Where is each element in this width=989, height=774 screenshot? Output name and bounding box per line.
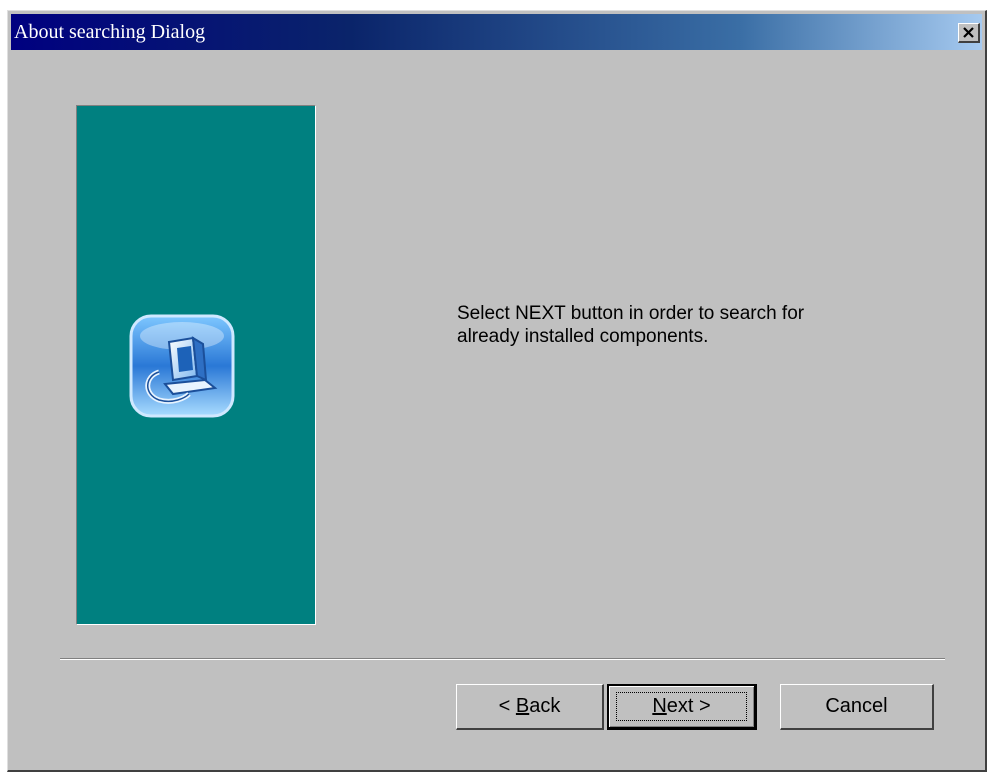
about-searching-dialog: About searching Dialog Select NEXT butto…: [7, 10, 987, 772]
back-prefix: <: [498, 695, 516, 717]
back-button[interactable]: < Back: [456, 684, 604, 730]
next-button-label: Next >: [652, 695, 710, 718]
close-button[interactable]: [958, 23, 980, 43]
cancel-button[interactable]: Cancel: [780, 684, 934, 730]
next-mnemonic: N: [652, 695, 667, 717]
window-title: About searching Dialog: [14, 21, 206, 43]
back-mnemonic: B: [515, 695, 530, 717]
instruction-line-2: already installed components.: [457, 326, 709, 347]
computer-setup-icon: [129, 314, 235, 418]
instruction-text: Select NEXT button in order to search fo…: [457, 302, 917, 348]
back-rest: ack: [529, 695, 561, 717]
next-rest: ext >: [666, 695, 711, 717]
back-button-label: < Back: [499, 695, 561, 718]
instruction-line-1: Select NEXT button in order to search fo…: [457, 303, 805, 324]
next-button[interactable]: Next >: [607, 684, 757, 730]
title-bar[interactable]: About searching Dialog: [11, 14, 982, 50]
wizard-side-panel: [76, 105, 316, 625]
separator-line: [60, 658, 945, 660]
cancel-button-label: Cancel: [825, 695, 888, 717]
close-icon: [963, 27, 974, 38]
